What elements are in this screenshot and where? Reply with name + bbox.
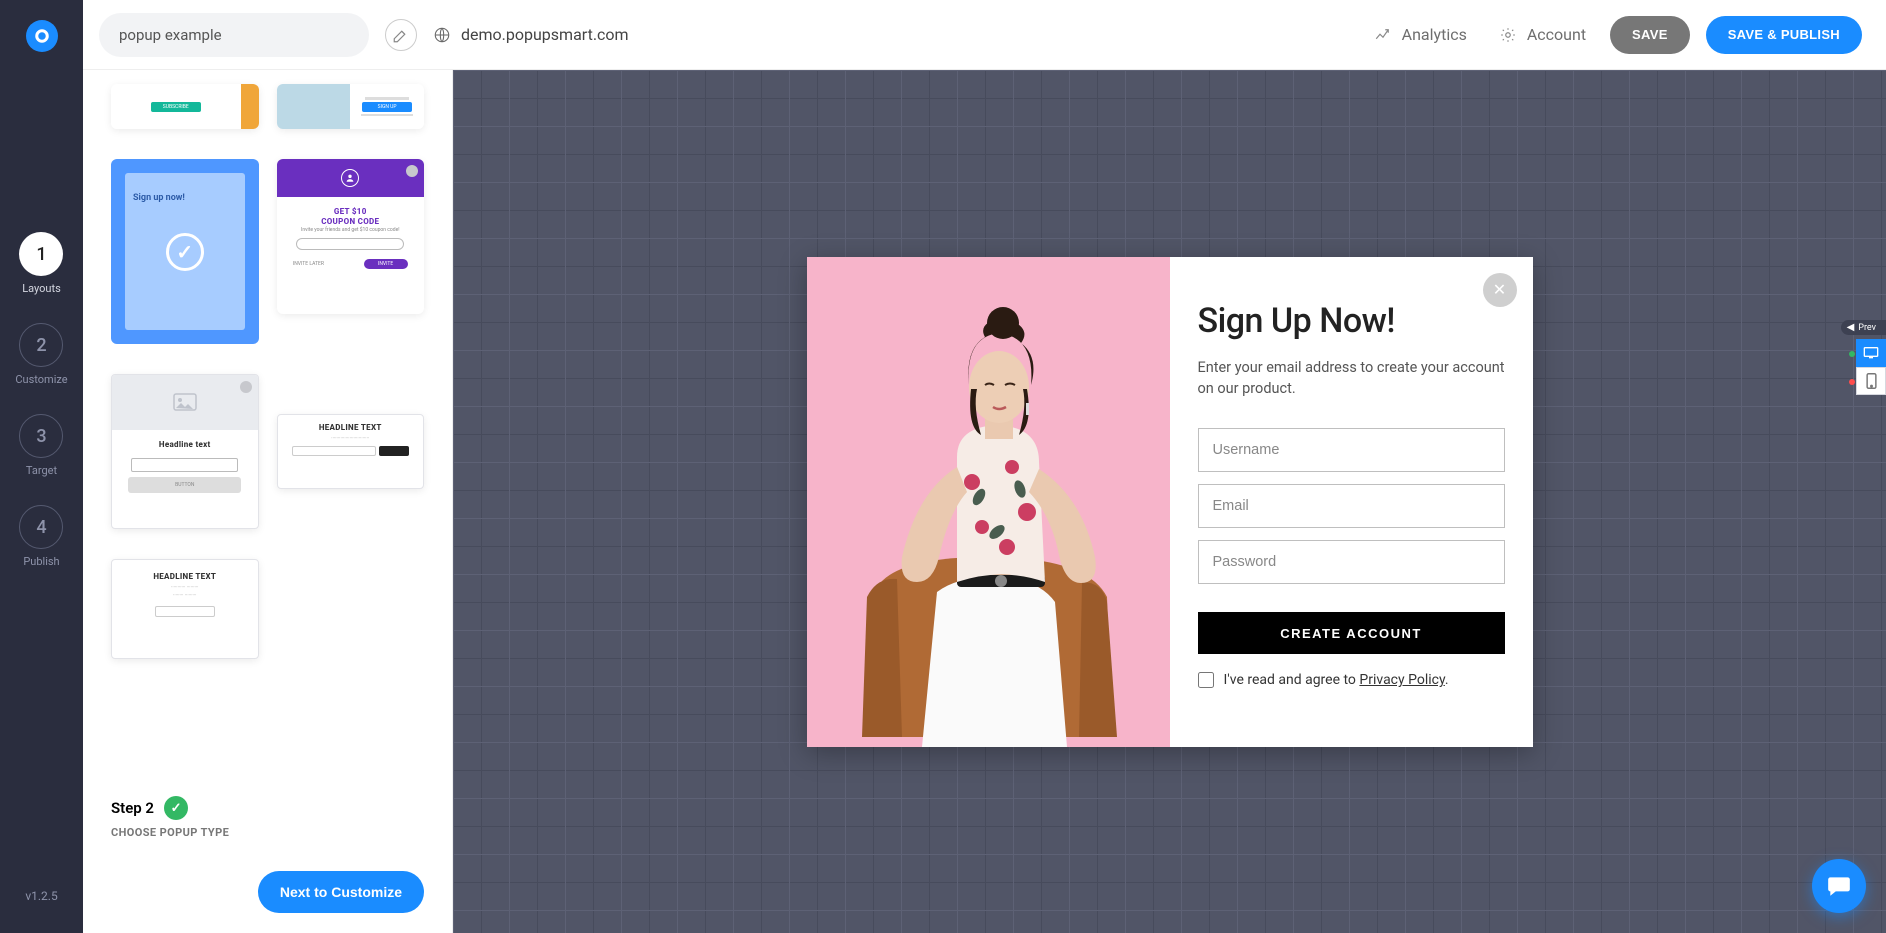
nav-step-layouts[interactable]: 1 Layouts [19,232,63,295]
chat-button[interactable] [1812,859,1866,913]
input-mock [131,458,238,472]
save-publish-button[interactable]: SAVE & PUBLISH [1706,16,1862,54]
gear-icon [1499,26,1517,44]
nav-step-number: 3 [19,414,63,458]
close-icon [406,165,418,177]
domain-text: demo.popupsmart.com [461,25,629,44]
nav-step-label: Target [26,464,57,477]
preview-domain[interactable]: demo.popupsmart.com [433,25,629,44]
project-name-text: popup example [119,26,222,44]
topbar: popup example demo.popupsmart.com Analyt… [83,0,1886,70]
username-field[interactable] [1198,428,1505,472]
nav-step-target[interactable]: 3 Target [19,414,63,477]
consent-checkbox[interactable] [1198,672,1214,688]
popup-description: Enter your email address to create your … [1198,357,1505,401]
user-icon [341,169,359,187]
close-icon [240,381,252,393]
create-account-button[interactable]: CREATE ACCOUNT [1198,612,1505,654]
check-icon [166,233,204,271]
check-icon: ✓ [164,796,188,820]
template-card[interactable]: GET $10 COUPON CODE Invite your friends … [277,159,425,314]
templates-panel: SUBSCRIBE SIGN UP [83,70,453,933]
chat-icon [1826,873,1852,899]
canvas[interactable]: Sign Up Now! Enter your email address to… [453,70,1886,933]
template-btn: SIGN UP [362,102,412,112]
email-field[interactable] [1198,484,1505,528]
save-button[interactable]: SAVE [1610,16,1690,54]
preview-mobile[interactable] [1856,367,1886,395]
popup-title: Sign Up Now! [1198,301,1505,341]
popup-preview: Sign Up Now! Enter your email address to… [807,257,1533,747]
next-button[interactable]: Next to Customize [258,871,424,913]
nav-step-number: 1 [19,232,63,276]
account-link[interactable]: Account [1491,25,1594,44]
app-version: v1.2.5 [25,889,57,913]
preview-switcher: ◀Prev [1841,320,1886,395]
preview-label: ◀Prev [1841,320,1886,335]
close-icon[interactable] [1483,273,1517,307]
analytics-label: Analytics [1402,25,1467,44]
consent-text: I've read and agree to Privacy Policy. [1224,672,1449,688]
consent-row[interactable]: I've read and agree to Privacy Policy. [1198,672,1505,688]
project-name-pill[interactable]: popup example [99,13,369,57]
template-card-selected[interactable]: Sign up now! [111,159,259,344]
template-card[interactable]: HEADLINE TEXT ··········· ··············… [111,559,259,659]
template-btn: SUBSCRIBE [151,102,201,112]
desktop-icon [1863,346,1879,360]
image-icon [172,393,198,413]
nav-rail: 1 Layouts 2 Customize 3 Target 4 Publish… [0,0,83,933]
mobile-icon [1866,373,1877,389]
globe-icon [433,26,451,44]
step-indicator: Step 2 ✓ [111,796,424,820]
nav-steps: 1 Layouts 2 Customize 3 Target 4 Publish [15,232,67,568]
templates-scroll[interactable]: SUBSCRIBE SIGN UP [83,70,452,782]
side-footer: Step 2 ✓ CHOOSE POPUP TYPE [83,782,452,857]
template-card[interactable]: SIGN UP [277,84,425,129]
template-card[interactable]: HEADLINE TEXT ··························… [277,414,425,489]
account-label: Account [1527,25,1586,44]
edit-name-button[interactable] [385,19,417,51]
popup-image [807,257,1170,747]
app-logo[interactable] [26,20,58,52]
popup-content: Sign Up Now! Enter your email address to… [1170,257,1533,747]
nav-step-publish[interactable]: 4 Publish [19,505,63,568]
preview-desktop[interactable] [1856,339,1886,367]
step-subtitle: CHOOSE POPUP TYPE [111,826,424,839]
input-mock [296,238,404,250]
analytics-link[interactable]: Analytics [1366,25,1475,44]
privacy-link[interactable]: Privacy Policy [1359,672,1444,688]
nav-step-number: 2 [19,323,63,367]
analytics-icon [1374,26,1392,44]
nav-step-number: 4 [19,505,63,549]
nav-step-label: Publish [23,555,59,568]
template-card[interactable]: Headline text BUTTON [111,374,259,529]
password-field[interactable] [1198,540,1505,584]
nav-step-label: Layouts [22,282,61,295]
nav-step-customize[interactable]: 2 Customize [15,323,67,386]
nav-step-label: Customize [15,373,67,386]
template-card[interactable]: SUBSCRIBE [111,84,259,129]
